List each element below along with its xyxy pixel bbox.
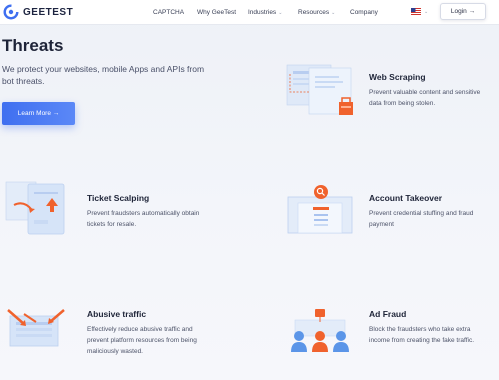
chevron-down-icon: ⌄	[278, 10, 283, 16]
login-button[interactable]: Login →	[440, 3, 486, 20]
threat-desc-web-scraping: Prevent valuable content and sensitive d…	[369, 89, 481, 107]
threat-title-ticket-scalping: Ticket Scalping	[87, 193, 150, 203]
page-subtitle: We protect your websites, mobile Apps an…	[2, 64, 205, 86]
geetest-logo[interactable]: GEETEST	[3, 3, 73, 21]
nav-why-geetest[interactable]: Why GeeTest	[197, 9, 236, 16]
nav-industries[interactable]: Industries ⌄	[248, 9, 282, 16]
threat-title-web-scraping: Web Scraping	[369, 72, 426, 82]
chevron-down-icon: ⌄	[331, 10, 336, 16]
nav-captcha[interactable]: CAPTCHA	[153, 9, 184, 16]
threat-title-account-takeover: Account Takeover	[369, 193, 443, 203]
threat-title-abusive-traffic: Abusive traffic	[87, 309, 147, 319]
geetest-logo-icon	[3, 4, 19, 20]
us-flag-icon[interactable]	[411, 8, 421, 15]
learn-more-button[interactable]: Learn More →	[2, 102, 75, 125]
logo-text: GEETEST	[23, 6, 74, 18]
threat-desc-abusive-traffic: Effectively reduce abusive traffic and p…	[87, 326, 197, 355]
nav-company[interactable]: Company	[350, 9, 378, 16]
page-title: Threats	[2, 36, 64, 55]
ad-fraud-illustration	[291, 309, 349, 352]
web-scraping-illustration	[286, 64, 353, 115]
ticket-scalping-illustration	[5, 181, 65, 235]
top-navigation-bar: GEETEST CAPTCHA Why GeeTest Industries ⌄ …	[0, 0, 499, 25]
threat-desc-ad-fraud: Block the fraudsters who take extra inco…	[369, 326, 475, 344]
account-takeover-illustration	[287, 185, 353, 234]
threat-title-ad-fraud: Ad Fraud	[369, 309, 407, 319]
abusive-traffic-illustration	[7, 309, 65, 347]
threat-desc-ticket-scalping: Prevent fraudsters automatically obtain …	[87, 210, 200, 228]
threat-desc-account-takeover: Prevent credential stuffing and fraud pa…	[369, 210, 474, 228]
language-chevron-icon[interactable]: ⌄	[424, 9, 428, 15]
nav-resources[interactable]: Resources ⌄	[298, 9, 335, 16]
